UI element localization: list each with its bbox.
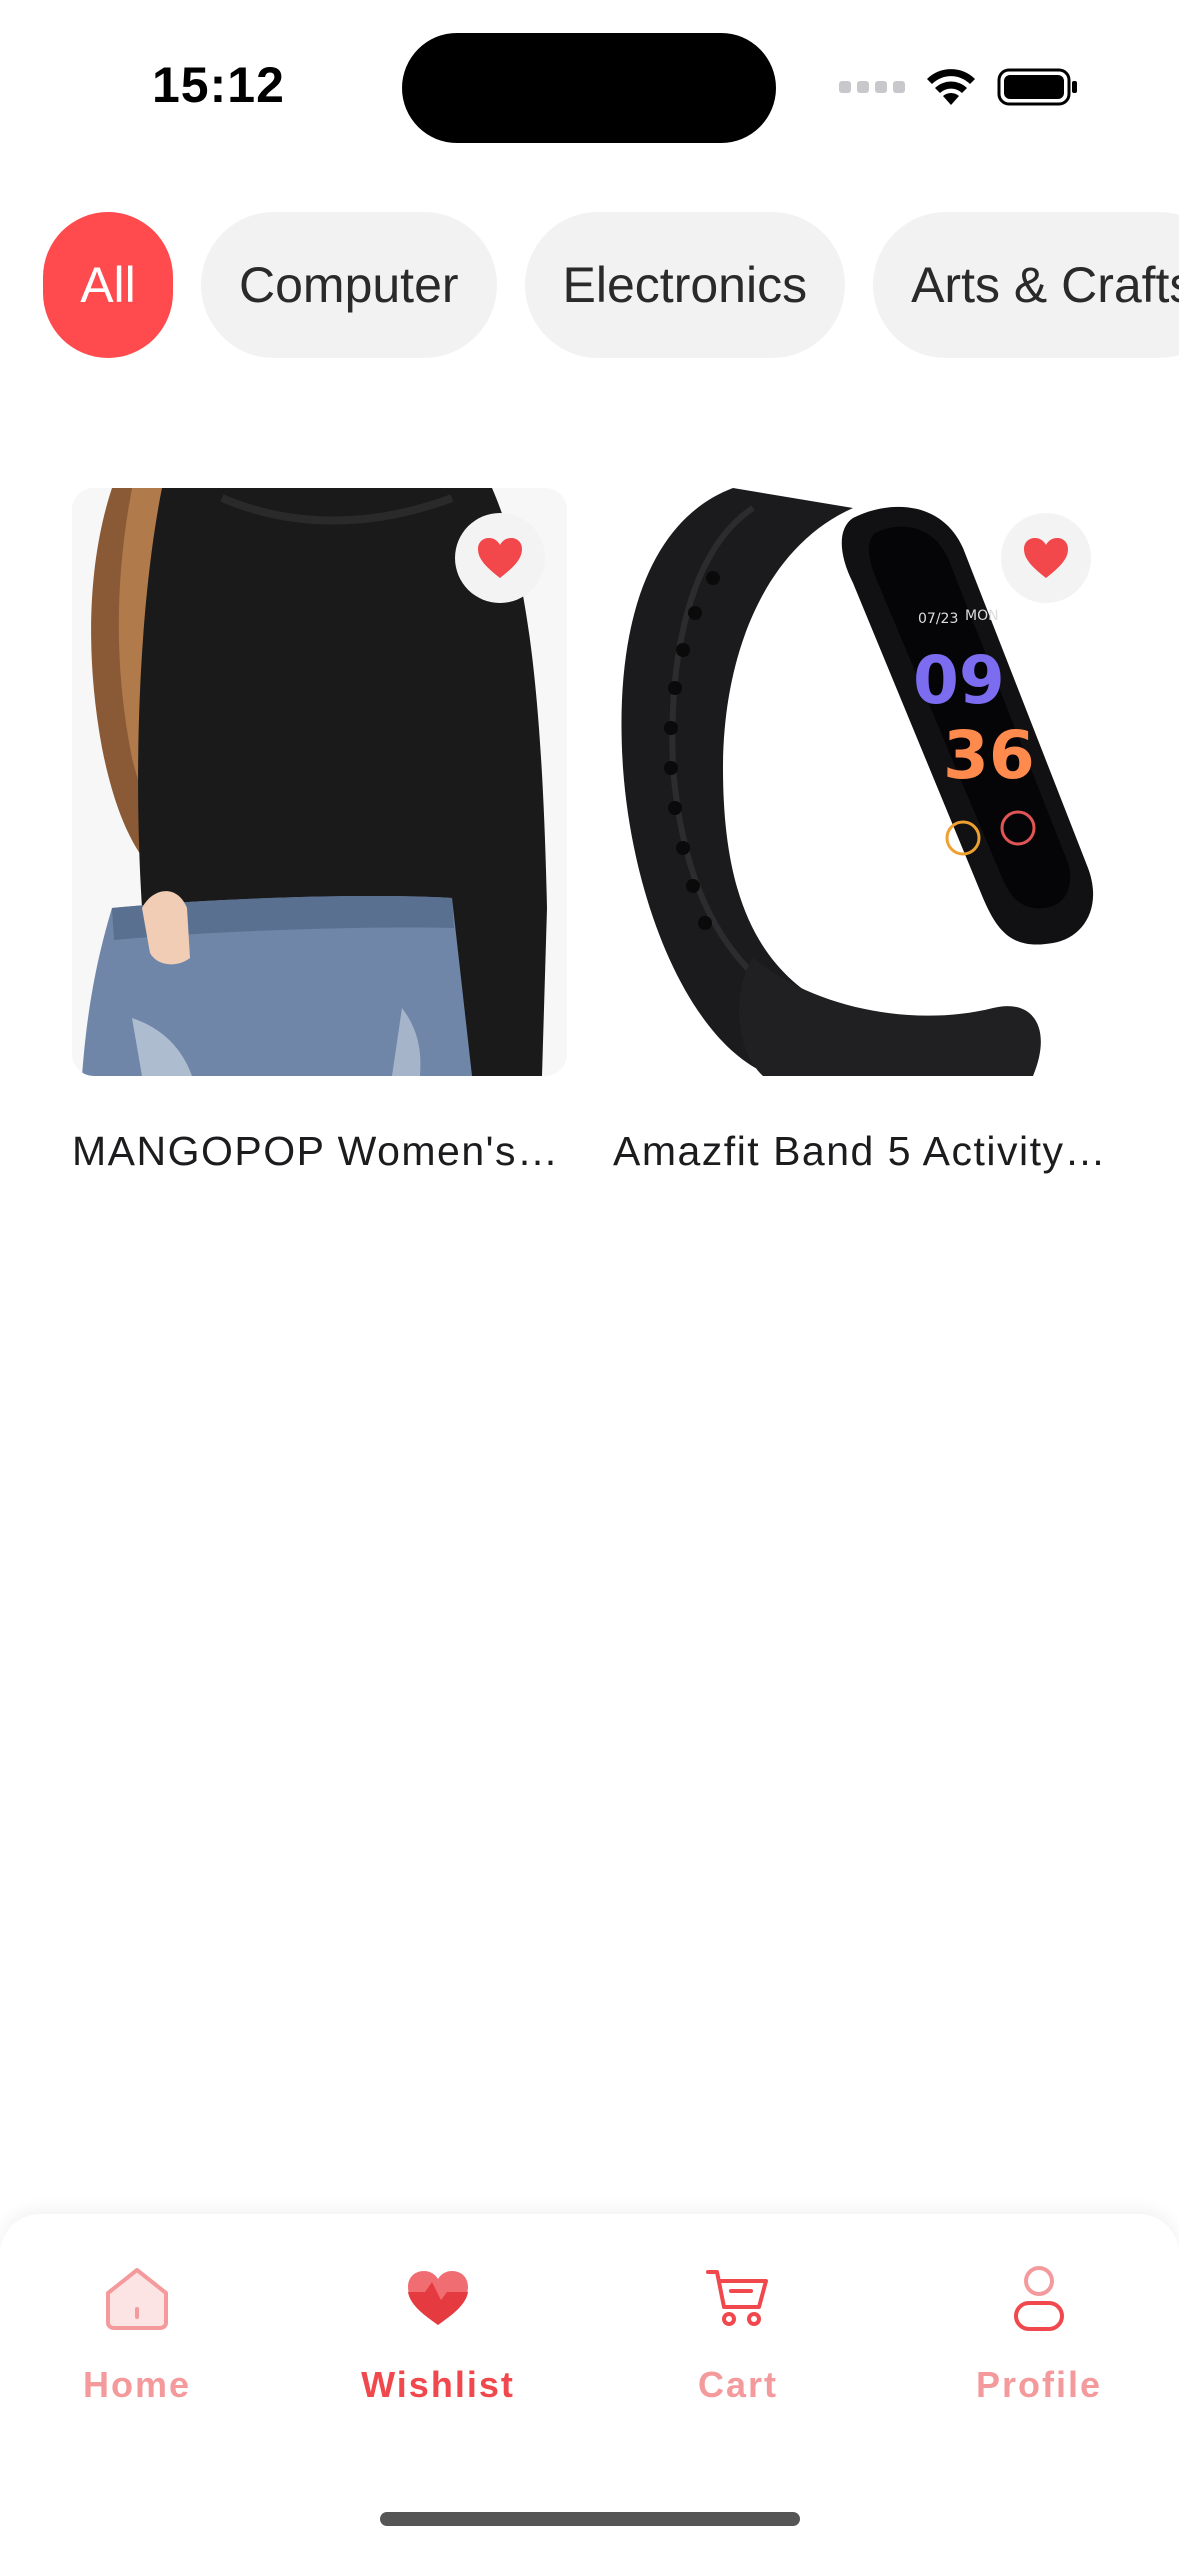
nav-item-wishlist[interactable]: Wishlist bbox=[318, 2260, 558, 2406]
product-card[interactable]: 07/23 MON 09 36 Amazfit Band 5 Activity … bbox=[613, 488, 1113, 1175]
favorite-button[interactable] bbox=[1001, 513, 1091, 603]
product-image-fitness-band[interactable]: 07/23 MON 09 36 bbox=[613, 488, 1113, 1076]
watch-minute: 36 bbox=[943, 717, 1035, 794]
nav-item-home[interactable]: Home bbox=[17, 2260, 257, 2406]
cellular-signal-icon bbox=[839, 81, 905, 93]
nav-label: Home bbox=[82, 2364, 192, 2405]
home-icon bbox=[99, 2260, 175, 2336]
cart-icon bbox=[700, 2260, 776, 2336]
status-bar: 15:12 bbox=[0, 0, 1179, 170]
watch-hour: 09 bbox=[913, 642, 1005, 719]
category-filter-bar: All Computer Electronics Arts & Crafts bbox=[43, 212, 1179, 358]
nav-item-cart[interactable]: Cart bbox=[618, 2260, 858, 2406]
watch-date: 07/23 bbox=[918, 611, 958, 627]
nav-item-profile[interactable]: Profile bbox=[919, 2260, 1159, 2406]
home-indicator bbox=[380, 2512, 800, 2526]
product-title[interactable]: Amazfit Band 5 Activity Fitness Tracker bbox=[613, 1128, 1113, 1175]
product-card[interactable]: MANGOPOP Women's Long Sleeve Bodysuit bbox=[72, 488, 567, 1175]
product-image-bodysuit[interactable] bbox=[72, 488, 567, 1076]
product-title[interactable]: MANGOPOP Women's Long Sleeve Bodysuit bbox=[72, 1128, 567, 1175]
nav-label: Cart bbox=[697, 2364, 779, 2405]
heart-icon bbox=[400, 2260, 476, 2336]
dynamic-island bbox=[402, 33, 776, 143]
category-chip-label: Computer bbox=[239, 257, 459, 313]
favorite-button[interactable] bbox=[455, 513, 545, 603]
nav-label: Profile bbox=[975, 2364, 1103, 2405]
category-chip-label: Electronics bbox=[562, 257, 808, 313]
heart-filled-icon bbox=[1024, 538, 1068, 578]
category-chip-computer[interactable]: Computer bbox=[201, 212, 497, 358]
category-chip-label: All bbox=[80, 257, 136, 313]
user-icon bbox=[1001, 2260, 1077, 2336]
heart-filled-icon bbox=[478, 538, 522, 578]
status-icons bbox=[839, 62, 1079, 112]
status-time: 15:12 bbox=[152, 57, 285, 113]
nav-label: Wishlist bbox=[361, 2364, 515, 2405]
category-chip-arts-crafts[interactable]: Arts & Crafts bbox=[873, 212, 1179, 358]
bottom-navigation-bar: Home Wishlist Cart Profile bbox=[0, 2214, 1179, 2556]
battery-icon bbox=[997, 67, 1079, 107]
category-chip-label: Arts & Crafts bbox=[911, 257, 1179, 313]
wishlist-screen: 15:12 All Computer Electronics Arts & Cr… bbox=[0, 0, 1179, 2556]
category-chip-all[interactable]: All bbox=[43, 212, 173, 358]
category-chip-electronics[interactable]: Electronics bbox=[524, 212, 846, 358]
watch-day: MON bbox=[965, 608, 999, 624]
wifi-icon bbox=[925, 67, 977, 107]
